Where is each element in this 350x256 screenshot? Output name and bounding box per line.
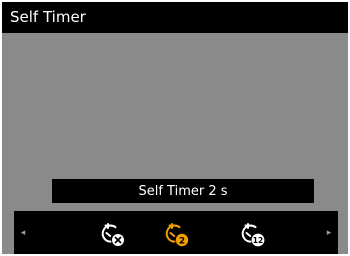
camera-menu-screen: Self Timer Self Timer 2 s ◂ 2 12 ▸ <box>0 0 350 256</box>
current-value-label: Self Timer 2 s <box>138 183 228 199</box>
self-timer-off-icon <box>101 223 124 246</box>
timer-badge-label: 2 <box>179 236 185 246</box>
self-timer-12s-icon: 12 <box>241 223 265 247</box>
option-self-timer-2s[interactable]: 2 <box>161 219 191 249</box>
arrow-left-icon[interactable]: ◂ <box>16 225 30 241</box>
page-title: Self Timer <box>10 8 86 26</box>
option-selector-bar: ◂ 2 12 ▸ <box>14 211 338 256</box>
option-self-timer-off[interactable] <box>97 219 127 249</box>
title-bar: Self Timer <box>0 0 350 33</box>
arrow-right-icon[interactable]: ▸ <box>322 225 336 241</box>
timer-badge-label: 12 <box>253 236 263 245</box>
option-self-timer-12s[interactable]: 12 <box>237 219 267 249</box>
current-value-box: Self Timer 2 s <box>52 179 314 203</box>
self-timer-2s-icon: 2 <box>165 223 189 246</box>
